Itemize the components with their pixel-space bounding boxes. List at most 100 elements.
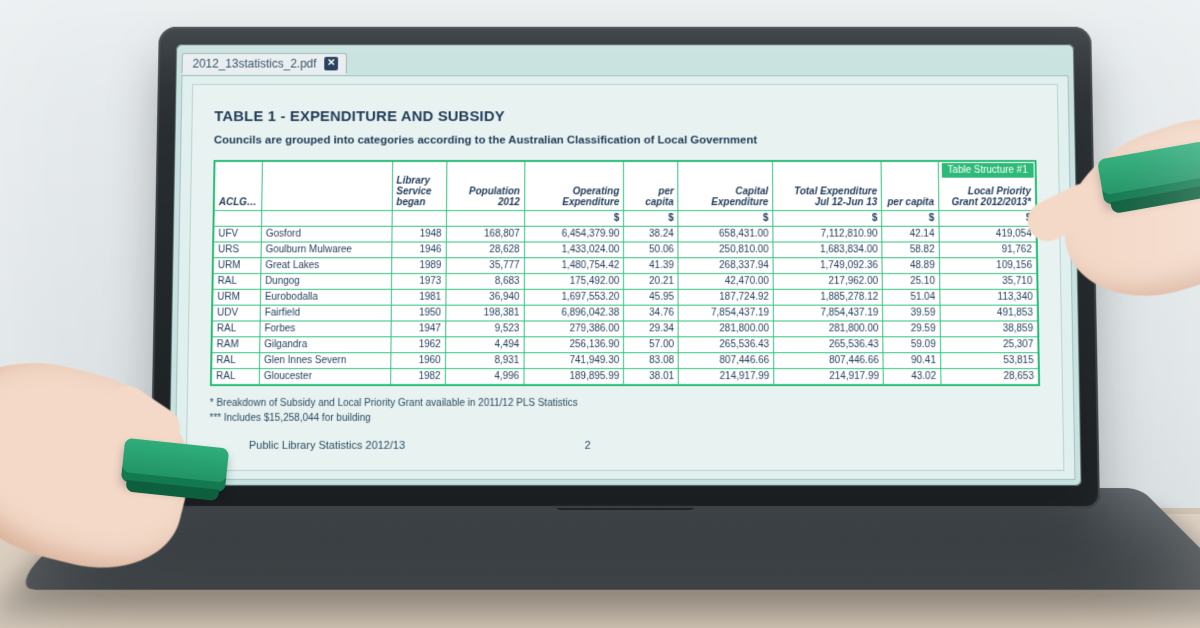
table-cell: RAL [212,321,260,337]
table-cell: Gilgandra [260,337,391,353]
table-title: TABLE 1 - EXPENDITURE AND SUBSIDY [214,108,1036,125]
table-cell: URM [213,258,261,274]
table-cell: 38.01 [624,369,679,385]
table-cell: 1948 [392,226,447,242]
table-cell: 168,807 [446,226,524,242]
document-tab[interactable]: 2012_13statistics_2.pdf ✕ [182,52,347,72]
table-subtitle: Councils are grouped into categories acc… [214,135,1036,147]
table-cell: 217,962.00 [773,274,882,290]
table-cell: 1946 [391,242,446,258]
document-tab-label: 2012_13statistics_2.pdf [192,56,316,70]
table-cell: 658,431.00 [678,226,773,242]
table-cell: 53,815 [940,353,1038,369]
table-cell: 265,536.43 [678,337,773,353]
table-cell: 28,628 [446,242,524,258]
table-cell: 109,156 [939,258,1037,274]
document-viewport[interactable]: TABLE 1 - EXPENDITURE AND SUBSIDY Counci… [174,75,1075,480]
table-cell: 51.04 [883,289,940,305]
page-footer-title: Public Library Statistics 2012/13 [249,440,405,452]
table-cell: 1950 [391,305,446,321]
expenditure-table: ACLG Abrev. Library Service began Popula… [211,161,1039,385]
col-header: per capita [624,162,678,211]
col-header: Capital Expenditure [678,162,773,211]
table-row: URSGoulburn Mulwaree194628,6281,433,024.… [214,242,1037,258]
table-cell: 214,917.99 [774,369,884,385]
table-cell: 45.95 [624,289,679,305]
col-header: Library Service began [392,162,447,211]
table-cell: 90.41 [883,353,940,369]
unit-header: $ [678,211,773,227]
table-cell: 83.08 [624,353,679,369]
table-cell: UFV [214,226,262,242]
table-cell: 4,494 [445,337,524,353]
table-cell: 256,136.90 [524,337,624,353]
table-cell: 265,536.43 [774,337,884,353]
unit-header: $ [882,211,939,227]
table-cell: 1,683,834.00 [773,242,882,258]
table-cell: 113,340 [940,289,1038,305]
table-cell: Eurobodalla [260,289,391,305]
table-cell: 1960 [390,353,445,369]
table-cell: 6,896,042.38 [524,305,624,321]
col-header: per capita [881,162,938,211]
table-row: RALDungog19738,683175,492.0020.2142,470.… [213,274,1037,290]
table-cell: 8,683 [446,274,524,290]
table-cell: 807,446.66 [679,353,774,369]
table-cell: 1962 [391,337,446,353]
table-cell: 1,885,278.12 [773,289,882,305]
table-structure-badge[interactable]: Table Structure #1 [942,163,1034,178]
document-page: TABLE 1 - EXPENDITURE AND SUBSIDY Counci… [186,84,1065,471]
table-cell: Goulburn Mulwaree [261,242,392,258]
table-cell: Forbes [260,321,391,337]
footnote: * Breakdown of Subsidy and Local Priorit… [210,396,1041,411]
table-cell: URS [214,242,262,258]
table-cell: 6,454,379.90 [524,226,624,242]
table-cell: 39.59 [883,305,940,321]
col-header: Operating Expenditure [524,162,623,211]
laptop-screen-bezel: 2012_13statistics_2.pdf ✕ TABLE 1 - EXPE… [150,27,1100,508]
table-cell: 4,996 [445,369,524,385]
table-cell: 1,697,553.20 [524,289,624,305]
table-cell: 491,853 [940,305,1038,321]
table-cell: 1981 [391,289,446,305]
col-header: ACLG Abrev. [214,162,262,211]
table-row: URMEurobodalla198136,9401,697,553.2045.9… [213,289,1037,305]
table-cell: 7,854,437.19 [678,305,773,321]
detected-table-region[interactable]: Table Structure #1 ACLG Abrev. Library S… [210,160,1040,386]
table-cell: 91,762 [939,242,1036,258]
table-cell: Gloucester [259,369,390,385]
unit-header: $ [624,211,678,227]
unit-header: $ [524,211,623,227]
col-header: Population 2012 [446,162,524,211]
table-cell: 189,895.99 [524,369,624,385]
table-cell: 279,386.00 [524,321,624,337]
table-cell: 34.76 [624,305,679,321]
table-cell: 1947 [391,321,446,337]
table-cell: RAM [212,337,260,353]
table-cell: RAL [211,369,259,385]
table-cell: 250,810.00 [678,242,773,258]
table-cell: 281,800.00 [678,321,773,337]
table-cell: Dungog [260,274,391,290]
laptop: 2012_13statistics_2.pdf ✕ TABLE 1 - EXPE… [110,20,1140,628]
table-row: RALGloucester19824,996189,895.9938.01214… [211,369,1038,385]
table-cell: 25,307 [940,337,1038,353]
table-cell: 281,800.00 [774,321,884,337]
close-icon[interactable]: ✕ [324,56,338,70]
table-cell: 42,470.00 [678,274,773,290]
table-cell: Gosford [261,226,391,242]
table-cell: 1973 [391,274,446,290]
document-tab-bar: 2012_13statistics_2.pdf ✕ [182,50,1069,75]
table-cell: 57.00 [624,337,679,353]
table-cell: 9,523 [445,321,524,337]
table-cell: 38,859 [940,321,1038,337]
table-cell: 1,480,754.42 [524,258,624,274]
table-cell: 741,949.30 [524,353,624,369]
table-cell: 1,433,024.00 [524,242,624,258]
table-cell: 268,337.94 [678,258,773,274]
table-row: RALGlen Innes Severn19608,931741,949.308… [212,353,1039,369]
table-cell: RAL [213,274,261,290]
table-row: UDVFairfield1950198,3816,896,042.3834.76… [212,305,1037,321]
table-cell: URM [213,289,261,305]
table-cell: 58.82 [882,242,939,258]
